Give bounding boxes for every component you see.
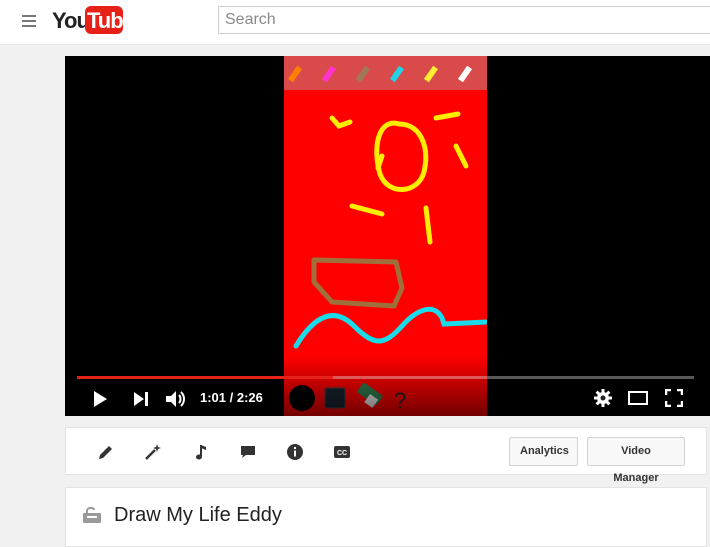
privacy-unlisted-icon [83,506,101,523]
volume-icon[interactable] [165,389,187,409]
masthead: You Tube [0,0,710,45]
cc-icon-label: CC [337,450,347,457]
closed-captions-icon[interactable]: CC [332,442,352,462]
play-icon[interactable] [92,390,108,408]
info-circle-icon[interactable] [285,442,305,462]
progress-bar[interactable] [77,376,694,379]
search-input[interactable] [218,6,710,34]
video-info-card: Draw My Life Eddy [65,487,707,547]
creator-action-bar: CC Analytics Video Manager [65,427,707,484]
controls-gradient [65,356,710,416]
time-display: 1:01 / 2:26 [200,390,263,405]
marker-tray [284,56,487,90]
theater-mode-icon[interactable] [628,391,648,405]
logo-text-tube: Tube [87,8,135,33]
edit-pencil-icon[interactable] [96,442,116,462]
next-icon[interactable] [133,391,149,407]
enhancements-wand-icon[interactable] [143,442,163,462]
fullscreen-icon[interactable] [665,389,683,407]
audio-note-icon[interactable] [192,442,212,462]
hamburger-menu-icon[interactable] [22,15,36,27]
analytics-button[interactable]: Analytics [509,437,578,466]
settings-gear-icon[interactable] [594,389,612,407]
annotations-speech-bubble-icon[interactable] [238,442,258,462]
video-title: Draw My Life Eddy [114,504,282,526]
video-player[interactable]: ? 1:01 / 2:26 [65,56,710,416]
progress-played [77,376,334,379]
video-manager-button[interactable]: Video Manager [587,437,685,484]
logo-text-you: You [52,8,90,33]
